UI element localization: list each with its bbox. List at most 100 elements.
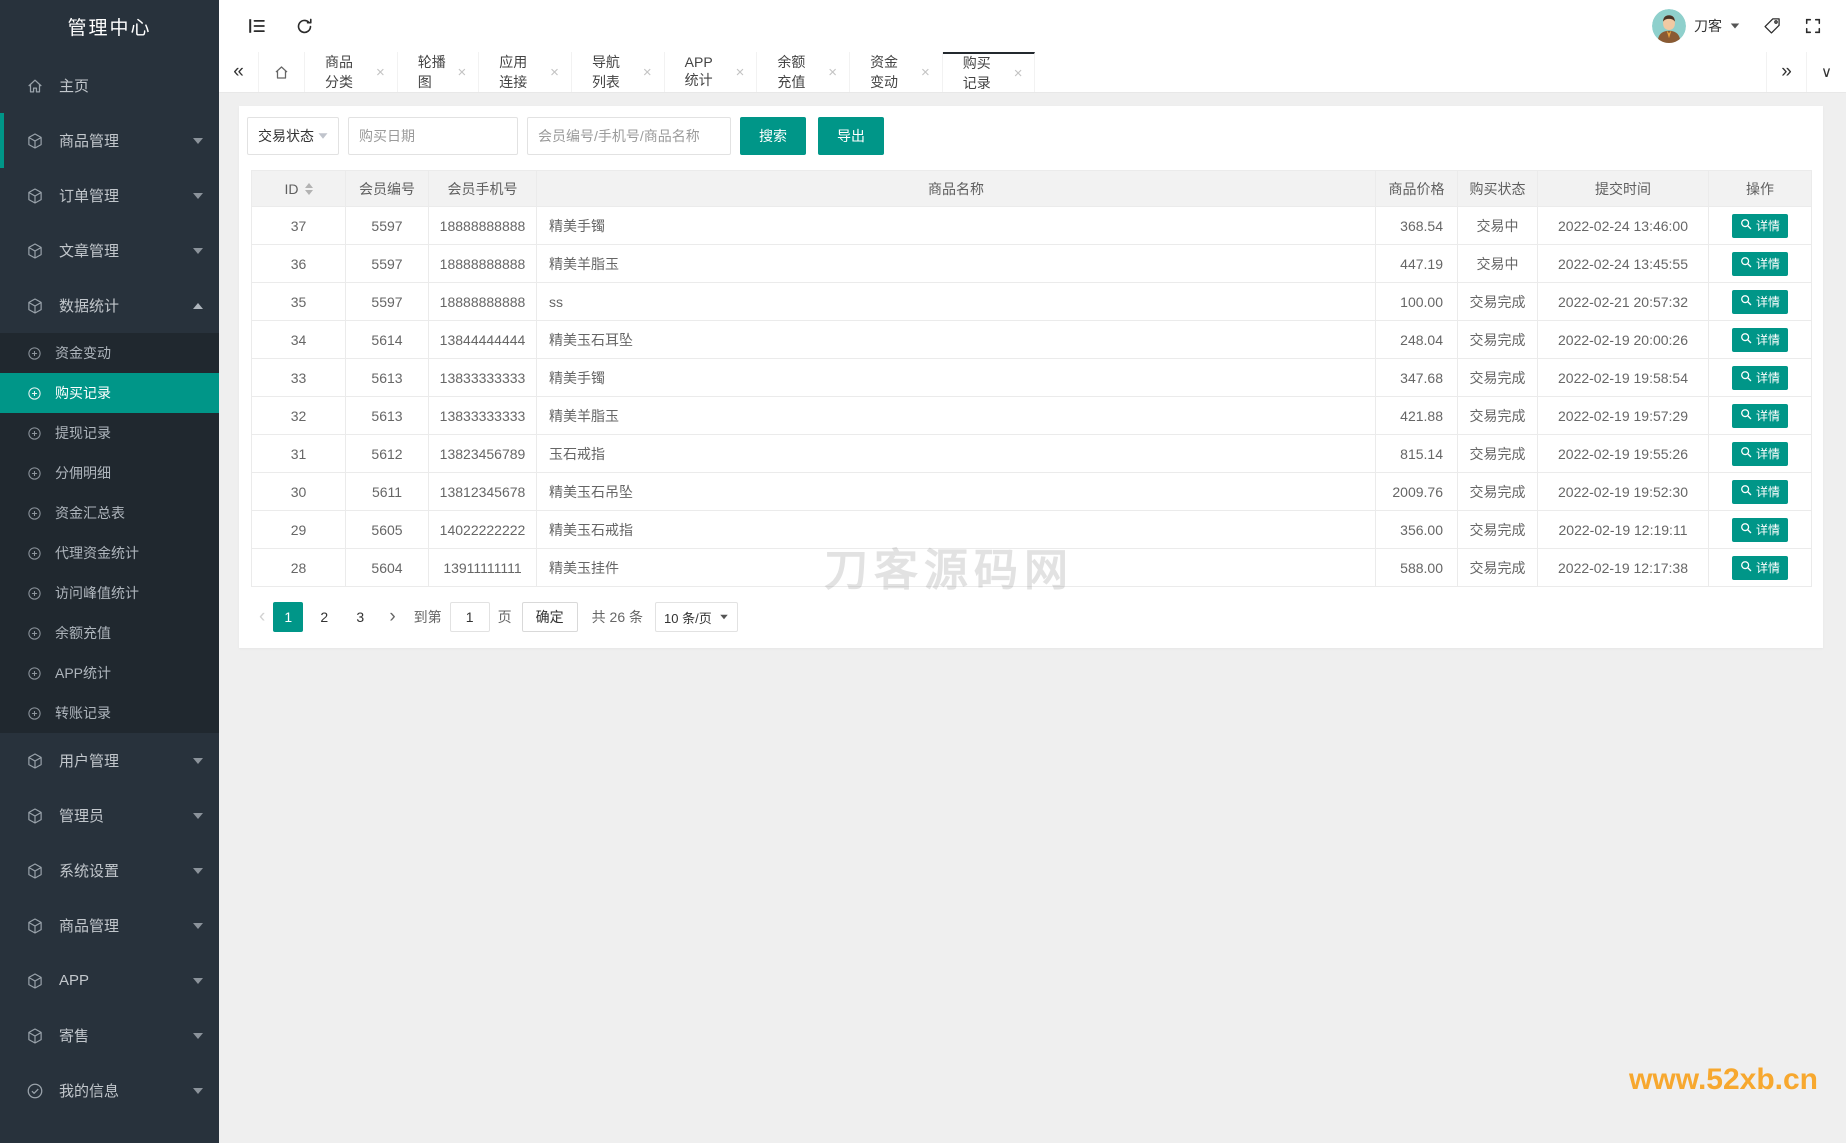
tabs-scroll-left-button[interactable]: «	[219, 52, 259, 92]
trade-status-select[interactable]: 交易状态	[247, 117, 339, 155]
purchase-date-input[interactable]	[348, 117, 518, 155]
sidebar-subitem-balance-recharge[interactable]: 余额充值	[0, 613, 219, 653]
sidebar-item-consignment[interactable]: 寄售	[0, 1008, 219, 1063]
close-icon[interactable]: ×	[457, 65, 466, 80]
fullscreen-icon[interactable]	[1804, 17, 1822, 35]
column-header[interactable]: ID	[251, 170, 346, 207]
circle-plus-icon	[27, 666, 42, 681]
site-watermark: www.52xb.cn	[1629, 1063, 1818, 1096]
cell-action: 详情	[1708, 396, 1812, 435]
detail-button[interactable]: 详情	[1731, 479, 1788, 504]
open-tabs: 商品分类 × 轮播图 × 应用连接 × 导航列表 × APP统计 × 余额充值 × 资金变动 × 购买记录 ×	[305, 52, 1036, 92]
chevron-down-icon	[193, 1087, 203, 1094]
home-icon	[26, 77, 46, 95]
tab-app-link[interactable]: 应用连接 ×	[479, 52, 572, 92]
page-number-2[interactable]: 2	[309, 602, 339, 632]
keyword-input[interactable]	[527, 117, 731, 155]
close-icon[interactable]: ×	[1014, 66, 1023, 81]
sidebar-item-data-stats[interactable]: 数据统计	[0, 278, 219, 333]
sidebar-item-admins[interactable]: 管理员	[0, 788, 219, 843]
sidebar-item-my-info[interactable]: 我的信息	[0, 1063, 219, 1118]
detail-button[interactable]: 详情	[1731, 327, 1788, 352]
collapse-menu-icon[interactable]	[247, 16, 267, 36]
purchase-records-table: ID 会员编号 会员手机号 商品名称 商品价格 购买状态 提交时间 操作 37 5597 1888…	[251, 170, 1812, 587]
detail-button[interactable]: 详情	[1731, 441, 1788, 466]
home-tab[interactable]	[259, 52, 305, 92]
user-menu[interactable]: 刀客	[1652, 9, 1740, 43]
close-icon[interactable]: ×	[643, 65, 652, 80]
confirm-button[interactable]: 确定	[521, 602, 578, 632]
sort-icon[interactable]	[304, 182, 313, 195]
search-button[interactable]: 搜索	[740, 117, 806, 155]
column-header-label: 购买状态	[1457, 170, 1538, 207]
sidebar-subitem-purchase-records[interactable]: 购买记录	[0, 373, 219, 413]
sidebar-subitem-agent-funds-stats[interactable]: 代理资金统计	[0, 533, 219, 573]
detail-button[interactable]: 详情	[1731, 289, 1788, 314]
sidebar-item-order-manage[interactable]: 订单管理	[0, 168, 219, 223]
sidebar-subitem-transfer-records[interactable]: 转账记录	[0, 693, 219, 733]
sidebar-item-label: 我的信息	[59, 1083, 120, 1100]
tab-purchase-records[interactable]: 购买记录 ×	[942, 52, 1036, 92]
page-size-value: 10 条/页	[664, 610, 712, 626]
cell-action: 详情	[1708, 244, 1812, 283]
prev-page-button[interactable]: ‹	[251, 603, 273, 631]
tabs-scroll-right-button[interactable]: »	[1766, 52, 1806, 92]
sidebar-item-system-settings[interactable]: 系统设置	[0, 843, 219, 898]
magnifier-icon	[1740, 218, 1752, 233]
magnifier-icon	[1740, 522, 1752, 537]
tag-icon[interactable]	[1762, 16, 1782, 36]
filter-bar: 交易状态 搜索 导出	[239, 106, 1823, 155]
detail-button[interactable]: 详情	[1731, 365, 1788, 390]
chevron-down-icon	[193, 192, 203, 199]
sidebar-subitem-label: 提现记录	[55, 425, 111, 441]
cell-product: 精美玉石戒指	[536, 510, 1376, 549]
close-icon[interactable]: ×	[921, 65, 930, 80]
sidebar-item-user-manage[interactable]: 用户管理	[0, 733, 219, 788]
sidebar-item-goods-manage[interactable]: 商品管理	[0, 113, 219, 168]
refresh-icon[interactable]	[295, 17, 314, 36]
page-number-3[interactable]: 3	[345, 602, 375, 632]
page-size-select[interactable]: 10 条/页	[655, 602, 738, 632]
close-icon[interactable]: ×	[550, 65, 559, 80]
close-icon[interactable]: ×	[736, 65, 745, 80]
tab-balance-recharge[interactable]: 余额充值 ×	[757, 52, 851, 92]
detail-button[interactable]: 详情	[1731, 517, 1788, 542]
sidebar-item-article-manage[interactable]: 文章管理	[0, 223, 219, 278]
cell-price: 2009.76	[1375, 472, 1458, 511]
sidebar-menu: 主页 商品管理 订单管理 文章管理 数据统计 资金变动 购买记录 提现记录 分佣明细 资金汇总表代…	[0, 58, 219, 1118]
column-header-label: 操作	[1708, 170, 1812, 207]
sidebar-subitem-withdraw-records[interactable]: 提现记录	[0, 413, 219, 453]
sidebar-item-home[interactable]: 主页	[0, 58, 219, 113]
goto-page-input[interactable]	[449, 602, 490, 632]
tabs-menu-button[interactable]: ∨	[1806, 52, 1846, 92]
tab-goods-category[interactable]: 商品分类 ×	[305, 52, 398, 92]
tab-nav-list[interactable]: 导航列表 ×	[572, 52, 665, 92]
page-number-1[interactable]: 1	[273, 602, 304, 632]
chevron-down-icon	[193, 922, 203, 929]
next-page-button[interactable]: ›	[381, 603, 403, 631]
sidebar-item-goods-manage-2[interactable]: 商品管理	[0, 898, 219, 953]
detail-button-label: 详情	[1755, 561, 1780, 575]
table-row: 33 5613 13833333333 精美手镯 347.68 交易完成 2022-02-1…	[251, 358, 1812, 397]
sidebar-subitem-commission-detail[interactable]: 分佣明细	[0, 453, 219, 493]
cell-status: 交易完成	[1457, 396, 1538, 435]
detail-button[interactable]: 详情	[1731, 213, 1788, 238]
detail-button[interactable]: 详情	[1731, 251, 1788, 276]
sidebar-subitem-funds-summary[interactable]: 资金汇总表	[0, 493, 219, 533]
tab-carousel[interactable]: 轮播图 ×	[398, 52, 480, 92]
tab-app-stats[interactable]: APP统计 ×	[665, 52, 758, 92]
detail-button[interactable]: 详情	[1731, 403, 1788, 428]
export-button[interactable]: 导出	[818, 117, 884, 155]
sidebar-subitem-visit-peak-stats[interactable]: 访问峰值统计	[0, 573, 219, 613]
sidebar-subitem-funds-change[interactable]: 资金变动	[0, 333, 219, 373]
column-header-label: 商品价格	[1375, 170, 1458, 207]
circle-plus-icon	[27, 386, 42, 401]
tab-funds-change[interactable]: 资金变动 ×	[850, 52, 943, 92]
sidebar-subitem-label: 资金汇总表	[55, 505, 125, 521]
close-icon[interactable]: ×	[376, 65, 385, 80]
detail-button[interactable]: 详情	[1731, 555, 1788, 580]
close-icon[interactable]: ×	[828, 65, 837, 80]
circle-plus-icon	[27, 626, 42, 641]
sidebar-subitem-app-stats[interactable]: APP统计	[0, 653, 219, 693]
sidebar-item-app[interactable]: APP	[0, 953, 219, 1008]
